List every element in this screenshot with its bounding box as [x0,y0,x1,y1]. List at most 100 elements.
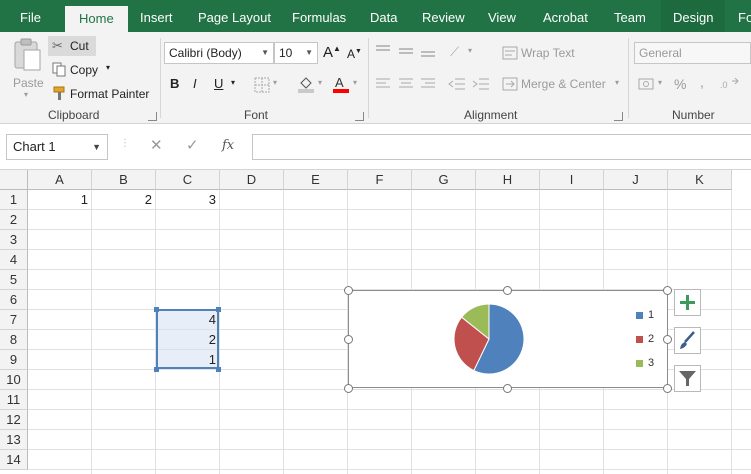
row-header-3[interactable]: 3 [0,230,28,250]
cell-A1[interactable]: 1 [28,190,92,210]
underline-button[interactable]: U [214,76,223,91]
row-header-14[interactable]: 14 [0,450,28,470]
font-color-dropdown-arrow[interactable]: ▾ [353,78,357,87]
row-header-6[interactable]: 6 [0,290,28,310]
chart-resize-handle[interactable] [503,286,512,295]
tab-team[interactable]: Team [614,0,646,32]
row-header-12[interactable]: 12 [0,410,28,430]
orientation-icon[interactable]: ⟋ [450,44,459,60]
font-color-icon[interactable]: A [332,75,350,93]
column-header-g[interactable]: G [412,170,476,190]
accounting-dropdown-arrow[interactable]: ▾ [658,78,662,87]
fill-color-dropdown-arrow[interactable]: ▾ [318,78,322,87]
cell-C1[interactable]: 3 [156,190,220,210]
column-header-h[interactable]: H [476,170,540,190]
tab-format[interactable]: Fo [738,0,751,32]
tab-formulas[interactable]: Formulas [292,0,346,32]
tab-view[interactable]: View [488,0,516,32]
chart-resize-handle[interactable] [344,384,353,393]
top-align-icon[interactable] [375,44,391,58]
cut-button[interactable]: ✂ Cut [48,36,96,56]
font-dialog-launcher-icon[interactable] [355,112,364,121]
align-left-icon[interactable] [375,77,391,91]
column-header-f[interactable]: F [348,170,412,190]
chart-resize-handle[interactable] [663,384,672,393]
bottom-align-icon[interactable] [420,44,436,58]
tab-review[interactable]: Review [422,0,465,32]
row-header-11[interactable]: 11 [0,390,28,410]
row-header-9[interactable]: 9 [0,350,28,370]
chart-resize-handle[interactable] [344,286,353,295]
bold-button[interactable]: B [170,76,179,91]
cell-C9[interactable]: 1 [156,350,220,370]
chart-elements-button[interactable] [674,289,701,316]
column-header-c[interactable]: C [156,170,220,190]
column-header-a[interactable]: A [28,170,92,190]
alignment-dialog-launcher-icon[interactable] [614,112,623,121]
orientation-dropdown-arrow[interactable]: ▾ [468,46,472,55]
merge-center-button[interactable]: Merge & Center ▾ [500,75,626,93]
wrap-text-button[interactable]: Wrap Text [500,44,586,62]
font-size-combo[interactable]: 10 ▼ [274,42,318,64]
comma-style-button[interactable]: , [700,74,704,90]
tab-insert[interactable]: Insert [140,0,173,32]
tab-home[interactable]: Home [65,6,128,32]
chart-styles-button[interactable] [674,327,701,354]
clipboard-dialog-launcher-icon[interactable] [148,112,157,121]
align-center-icon[interactable] [398,77,414,91]
percent-style-button[interactable]: % [674,76,686,92]
tab-file[interactable]: File [20,0,41,32]
chart-resize-handle[interactable] [663,335,672,344]
increase-decimal-icon[interactable]: .0 [720,77,740,91]
legend-item-1[interactable]: 1 [636,309,654,321]
tab-design[interactable]: Design [661,0,726,32]
number-format-combo[interactable]: General [634,42,751,64]
row-header-5[interactable]: 5 [0,270,28,290]
cancel-icon[interactable]: ✕ [150,136,163,154]
column-header-i[interactable]: I [540,170,604,190]
cell-B1[interactable]: 2 [92,190,156,210]
fill-color-icon[interactable] [297,75,315,93]
legend-item-3[interactable]: 3 [636,357,654,369]
column-header-j[interactable]: J [604,170,668,190]
chart-resize-handle[interactable] [663,286,672,295]
underline-dropdown-arrow[interactable]: ▾ [231,78,235,87]
cell-C8[interactable]: 2 [156,330,220,350]
row-header-4[interactable]: 4 [0,250,28,270]
tab-page-layout[interactable]: Page Layout [198,0,271,32]
drag-handle-icon[interactable]: ⋮ [120,138,130,149]
row-header-8[interactable]: 8 [0,330,28,350]
row-header-7[interactable]: 7 [0,310,28,330]
select-all-corner[interactable] [0,170,28,190]
copy-dropdown-arrow[interactable]: ▾ [106,63,110,72]
copy-button[interactable]: Copy ▾ [48,60,118,80]
row-header-10[interactable]: 10 [0,370,28,390]
italic-button[interactable]: I [193,76,197,91]
borders-icon[interactable] [254,77,270,93]
align-right-icon[interactable] [420,77,436,91]
name-box[interactable]: Chart 1 ▼ [6,134,108,160]
font-family-combo[interactable]: Calibri (Body) ▼ [164,42,274,64]
tab-data[interactable]: Data [370,0,397,32]
borders-dropdown-arrow[interactable]: ▾ [273,78,277,87]
middle-align-icon[interactable] [398,44,414,58]
column-header-e[interactable]: E [284,170,348,190]
column-header-b[interactable]: B [92,170,156,190]
paste-dropdown-arrow[interactable]: ▾ [24,90,28,99]
row-header-2[interactable]: 2 [0,210,28,230]
cell-C7[interactable]: 4 [156,310,220,330]
insert-function-icon[interactable]: fx [222,138,234,153]
row-header-13[interactable]: 13 [0,430,28,450]
pie-chart[interactable]: 1 2 3 [348,290,668,388]
increase-indent-icon[interactable] [472,77,490,91]
chart-resize-handle[interactable] [344,335,353,344]
shrink-font-button[interactable]: A▼ [347,47,362,61]
tab-acrobat[interactable]: Acrobat [543,0,588,32]
grow-font-button[interactable]: A▲ [323,44,341,61]
column-header-k[interactable]: K [668,170,732,190]
row-header-1[interactable]: 1 [0,190,28,210]
column-header-d[interactable]: D [220,170,284,190]
chart-resize-handle[interactable] [503,384,512,393]
chart-filters-button[interactable] [674,365,701,392]
formula-input[interactable] [252,134,751,160]
